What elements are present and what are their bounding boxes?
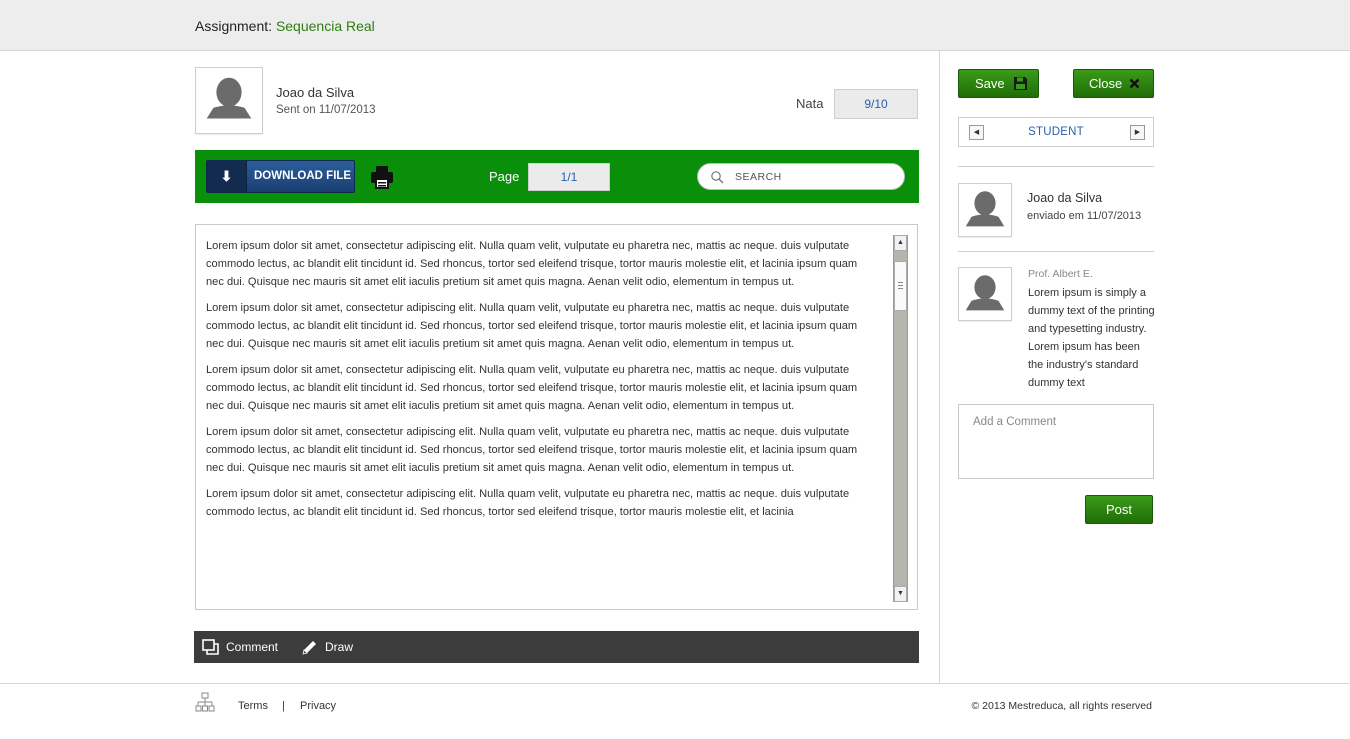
grade-label: Nata [796, 96, 824, 111]
comment-tool-button[interactable]: Comment [202, 631, 282, 663]
page-label: Page [489, 169, 520, 184]
assignment-title: Assignment: Sequencia Real [195, 18, 375, 34]
student-avatar [195, 67, 263, 134]
printer-icon[interactable] [369, 164, 395, 190]
sitemap-icon[interactable] [195, 692, 215, 714]
sent-date: Sent on 11/07/2013 [276, 104, 376, 116]
grade-field[interactable]: 9/10 [834, 89, 918, 119]
close-label: Close [1089, 76, 1123, 91]
scroll-up-arrow-icon[interactable]: ▲ [894, 235, 907, 251]
privacy-link[interactable]: Privacy [300, 700, 336, 712]
save-label: Save [975, 76, 1005, 91]
assignment-name: Sequencia Real [275, 18, 375, 34]
footer-separator: | [282, 700, 285, 712]
scroll-thumb[interactable] [894, 261, 907, 311]
search-icon [711, 171, 724, 184]
terms-link[interactable]: Terms [238, 700, 268, 712]
document-paragraph: Lorem ipsum dolor sit amet, consectetur … [206, 426, 858, 474]
user-silhouette-icon [965, 275, 1005, 311]
sidebar-student-avatar [958, 183, 1012, 237]
teacher-name: Prof. Albert E. [1028, 268, 1093, 280]
document-viewer[interactable]: Lorem ipsum dolor sit amet, consectetur … [195, 224, 918, 610]
sidebar-student-name: Joao da Silva [1027, 191, 1103, 205]
column-divider [939, 51, 940, 684]
page-field[interactable]: 1/1 [528, 163, 610, 191]
document-text: Lorem ipsum dolor sit amet, consectetur … [206, 237, 876, 529]
post-comment-button[interactable]: Post [1085, 495, 1153, 524]
close-button[interactable]: Close [1073, 69, 1154, 98]
document-paragraph: Lorem ipsum dolor sit amet, consectetur … [206, 302, 858, 350]
comment-tool-label: Comment [226, 640, 279, 654]
top-bar: Assignment: Sequencia Real [0, 0, 1350, 51]
document-paragraph: Lorem ipsum dolor sit amet, consectetur … [206, 488, 850, 518]
draw-tool-button[interactable]: Draw [301, 631, 361, 663]
add-comment-field[interactable] [958, 404, 1154, 479]
sidebar-sent-date: enviado em 11/07/2013 [1027, 210, 1142, 222]
draw-tool-label: Draw [325, 640, 354, 654]
scroll-down-arrow-icon[interactable]: ▼ [894, 586, 907, 602]
document-paragraph: Lorem ipsum dolor sit amet, consectetur … [206, 364, 858, 412]
document-scrollbar[interactable]: ▲ ▼ [893, 235, 908, 602]
download-arrow-icon: ⬇ [207, 161, 247, 192]
footer-divider [0, 683, 1350, 684]
search-box[interactable] [697, 163, 905, 190]
assignment-label: Assignment: [195, 18, 273, 34]
student-navigator: ◀ STUDENT ▶ [958, 117, 1154, 147]
search-input[interactable] [735, 169, 895, 185]
floppy-disk-icon [1014, 77, 1027, 90]
document-paragraph: Lorem ipsum dolor sit amet, consectetur … [206, 240, 858, 288]
save-button[interactable]: Save [958, 69, 1039, 98]
next-student-arrow-icon[interactable]: ▶ [1130, 125, 1145, 140]
annotation-bar: Comment Draw [194, 631, 919, 663]
document-toolbar: ⬇ DOWNLOAD FILE Page 1/1 [195, 150, 919, 203]
comment-icon [202, 639, 219, 655]
user-silhouette-icon [965, 191, 1005, 227]
download-file-label: DOWNLOAD FILE [254, 170, 352, 182]
student-nav-label: STUDENT [1028, 126, 1084, 138]
copyright-text: © 2013 Mestreduca, all rights reserved [971, 700, 1153, 712]
teacher-avatar [958, 267, 1012, 321]
sidebar-divider [958, 251, 1154, 252]
user-silhouette-icon [206, 77, 252, 119]
teacher-comment: Lorem ipsum is simply a dummy text of th… [1028, 287, 1155, 389]
download-file-button[interactable]: ⬇ DOWNLOAD FILE [206, 160, 355, 193]
previous-student-arrow-icon[interactable]: ◀ [969, 125, 984, 140]
sidebar-divider [958, 166, 1154, 167]
pencil-icon [302, 641, 316, 655]
close-icon [1129, 78, 1140, 89]
student-name: Joao da Silva [276, 85, 355, 100]
